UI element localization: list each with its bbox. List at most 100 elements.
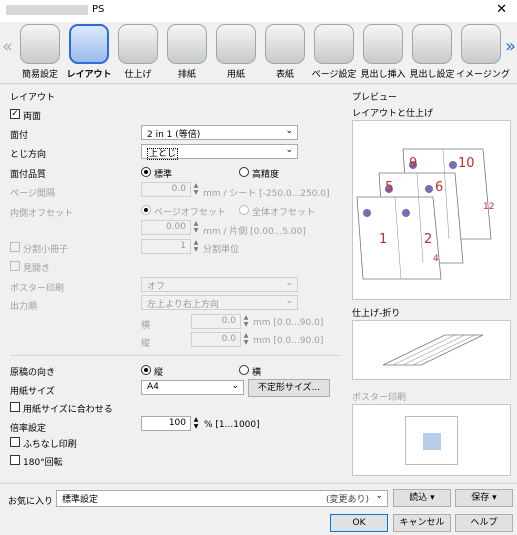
scroll-left-icon[interactable]: « xyxy=(2,36,13,57)
tab-page-setup[interactable]: ページ設定 xyxy=(309,24,359,82)
tab-output[interactable]: 排紙 xyxy=(162,24,212,82)
zoom-spinner[interactable]: ▲ ▼ xyxy=(192,416,200,431)
horizontal-unit: mm [0.0...90.0] xyxy=(253,318,324,328)
page-offset-radio[interactable] xyxy=(141,205,151,215)
chevron-down-icon: ⌄ xyxy=(285,278,293,288)
pages-per-sheet-select[interactable]: 2 in 1 (等倍) ⌄ xyxy=(141,125,298,140)
page-setup-icon xyxy=(314,24,354,64)
booklet-input[interactable]: 1 xyxy=(141,239,191,254)
fit-to-paper-label: 用紙サイズに合わせる xyxy=(23,405,113,415)
cover-icon xyxy=(265,24,305,64)
spread-checkbox[interactable] xyxy=(10,261,20,271)
finish-fold-label: 仕上げ-折り xyxy=(352,309,401,319)
tab-cover[interactable]: 表紙 xyxy=(260,24,310,82)
tab-basic[interactable]: 簡易設定 xyxy=(15,24,65,82)
zoom-input[interactable]: 100 xyxy=(141,416,191,431)
vertical-spinner[interactable]: ▲ ▼ xyxy=(242,332,250,347)
rotate180-checkbox[interactable] xyxy=(10,455,20,465)
page-number: 10 xyxy=(458,156,475,171)
booklet-checkbox[interactable] xyxy=(10,242,20,252)
vertical-label: 縦 xyxy=(141,339,151,349)
output-order-label: 出力順 xyxy=(10,302,38,312)
booklet-label: 分割小冊子 xyxy=(23,245,69,255)
rotate180-label: 180°回転 xyxy=(23,458,63,468)
vertical-unit: mm [0.0...90.0] xyxy=(253,336,324,346)
inner-offset-spinner[interactable]: ▲ ▼ xyxy=(192,220,200,235)
quality-standard-radio[interactable] xyxy=(141,167,151,177)
booklet-unit: 分割単位 xyxy=(203,245,240,255)
inner-offset-input[interactable]: 0.00 xyxy=(141,220,191,235)
page-offset-label: ページオフセット xyxy=(154,208,226,218)
duplex-checkbox[interactable]: ✓ xyxy=(10,109,20,119)
save-button[interactable]: 保存 ▾ xyxy=(455,489,513,507)
chevron-down-icon: ⌄ xyxy=(375,491,383,501)
quality-standard-label: 標準 xyxy=(154,170,173,180)
tab-insert-icon xyxy=(363,24,403,64)
page-gap-label: ページ間隔 xyxy=(10,189,55,199)
page-number: 4 xyxy=(433,254,439,264)
landscape-label: 横 xyxy=(252,368,262,378)
tab-tab-insert[interactable]: 見出し挿入 xyxy=(358,24,408,82)
portrait-radio[interactable] xyxy=(141,365,151,375)
fit-to-paper-checkbox[interactable] xyxy=(10,402,20,412)
duplex-label: 両面 xyxy=(23,112,42,122)
spread-label: 見開き xyxy=(23,264,51,274)
window-title: PS xyxy=(92,4,105,15)
custom-size-button[interactable]: 不定形サイズ... xyxy=(248,379,330,397)
help-button[interactable]: ヘルプ xyxy=(455,514,513,532)
fold-preview-graphic xyxy=(382,334,484,366)
basic-settings-icon xyxy=(20,24,60,64)
horizontal-spinner[interactable]: ▲ ▼ xyxy=(242,314,250,329)
poster-select[interactable]: オフ ⌄ xyxy=(141,277,298,292)
output-order-select[interactable]: 左上より右上方向 ⌄ xyxy=(141,295,298,310)
favorites-label: お気に入り xyxy=(8,497,54,507)
binding-select[interactable]: 上とじ ⌄ xyxy=(141,144,298,160)
page-number: 1 xyxy=(379,232,387,247)
landscape-radio[interactable] xyxy=(239,365,249,375)
zoom-label: 倍率設定 xyxy=(10,424,47,434)
page-gap-spinner[interactable]: ▲ ▼ xyxy=(192,182,200,197)
inner-offset-label: 内側オフセット xyxy=(10,209,74,219)
page-number: 6 xyxy=(435,180,443,195)
all-offset-label: 全体オフセット xyxy=(252,208,316,218)
dropdown-arrow-icon: ▾ xyxy=(492,493,497,503)
poster-preview xyxy=(352,404,511,476)
portrait-label: 縦 xyxy=(154,368,164,378)
paper-size-select[interactable]: A4 ⌄ xyxy=(141,380,244,395)
tab-paper[interactable]: 用紙 xyxy=(211,24,261,82)
page-number: 2 xyxy=(424,232,432,247)
footer-divider xyxy=(0,483,517,484)
page-number: 9 xyxy=(409,156,417,171)
page-number: 5 xyxy=(385,180,393,195)
booklet-spinner[interactable]: ▲ ▼ xyxy=(192,239,200,254)
ok-button[interactable]: OK xyxy=(330,514,388,532)
scroll-right-icon[interactable]: » xyxy=(505,36,516,57)
horizontal-input[interactable]: 0.0 xyxy=(191,314,241,329)
tab-layout[interactable]: レイアウト xyxy=(64,24,114,82)
tab-imaging[interactable]: イメージング xyxy=(456,24,510,82)
page-number: 12 xyxy=(483,202,494,212)
all-offset-radio[interactable] xyxy=(239,205,249,215)
quality-high-radio[interactable] xyxy=(239,167,249,177)
layout-section-title: レイアウト xyxy=(10,93,56,103)
tab-settings-icon xyxy=(412,24,452,64)
cancel-button[interactable]: キャンセル xyxy=(393,514,451,532)
borderless-checkbox[interactable] xyxy=(10,437,20,447)
orientation-label: 原稿の向き xyxy=(10,368,56,378)
chevron-down-icon: ⌄ xyxy=(231,381,239,391)
close-button[interactable]: ✕ xyxy=(496,2,507,17)
tab-tab-settings[interactable]: 見出し設定 xyxy=(407,24,457,82)
page-gap-input[interactable]: 0.0 xyxy=(141,182,191,197)
quality-label: 面付品質 xyxy=(10,170,47,180)
divider xyxy=(10,355,340,356)
load-button[interactable]: 読込 ▾ xyxy=(393,489,451,507)
favorites-select[interactable]: 標準設定 (変更あり) ⌄ xyxy=(56,490,388,507)
output-icon xyxy=(167,24,207,64)
layout-preview: 1 2 4 5 6 9 10 12 xyxy=(352,120,511,300)
tab-finishing[interactable]: 仕上げ xyxy=(113,24,163,82)
binding-label: とじ方向 xyxy=(10,150,47,160)
vertical-input[interactable]: 0.0 xyxy=(191,332,241,347)
paper-size-label: 用紙サイズ xyxy=(10,387,55,397)
chevron-down-icon: ⌄ xyxy=(285,145,293,155)
imaging-icon xyxy=(461,24,501,64)
